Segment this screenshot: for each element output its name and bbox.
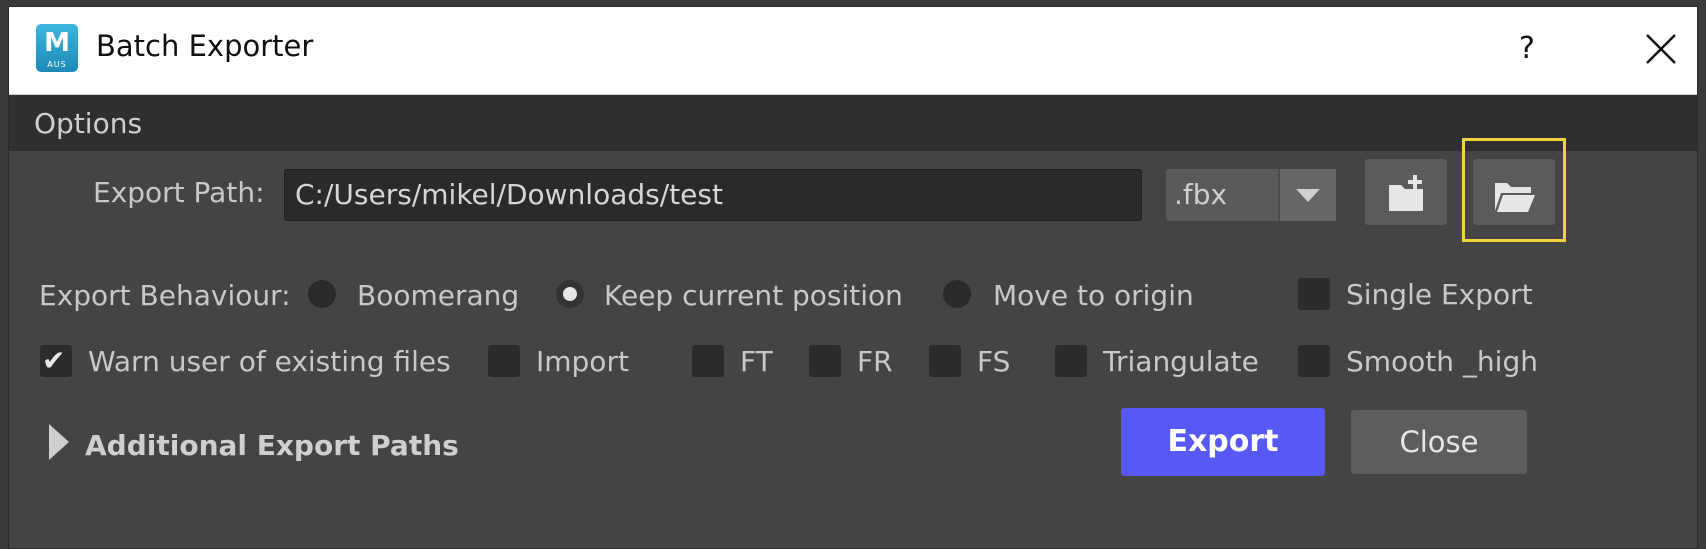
ft-label[interactable]: FT xyxy=(740,345,773,378)
help-button[interactable]: ? xyxy=(1507,27,1547,71)
additional-export-paths-toggle[interactable]: Additional Export Paths xyxy=(85,429,459,462)
fs-label[interactable]: FS xyxy=(977,345,1010,378)
format-dropdown[interactable]: .fbx xyxy=(1166,169,1336,221)
dropdown-arrow[interactable] xyxy=(1278,169,1336,221)
triangulate-checkbox[interactable] xyxy=(1055,345,1087,377)
app-icon-letter: M xyxy=(44,28,70,58)
radio-move-to-origin[interactable] xyxy=(943,280,971,308)
export-button[interactable]: Export xyxy=(1121,408,1325,476)
ft-checkbox[interactable] xyxy=(692,345,724,377)
radio-boomerang-label[interactable]: Boomerang xyxy=(357,279,519,312)
triangulate-label[interactable]: Triangulate xyxy=(1103,345,1259,378)
import-label[interactable]: Import xyxy=(536,345,629,378)
new-folder-icon xyxy=(1389,175,1423,211)
radio-keep-current-position[interactable] xyxy=(556,280,584,308)
fr-checkbox[interactable] xyxy=(809,345,841,377)
radio-keep-current-position-label[interactable]: Keep current position xyxy=(604,279,903,312)
fs-checkbox[interactable] xyxy=(929,345,961,377)
expand-arrow-icon[interactable] xyxy=(49,424,69,460)
menu-bar: Options xyxy=(9,95,1697,151)
fr-label[interactable]: FR xyxy=(857,345,893,378)
format-selected-value: .fbx xyxy=(1174,178,1228,211)
warn-existing-label[interactable]: Warn user of existing files xyxy=(88,345,451,378)
menu-options[interactable]: Options xyxy=(34,107,142,140)
checkmark-icon: ✔ xyxy=(42,344,66,377)
export-path-input[interactable]: C:/Users/mikel/Downloads/test xyxy=(284,169,1142,221)
batch-exporter-window: M AUS Batch Exporter ? Options Export Pa… xyxy=(8,6,1698,549)
single-export-label[interactable]: Single Export xyxy=(1346,278,1533,311)
app-icon-sub: AUS xyxy=(47,60,67,69)
export-path-label: Export Path: xyxy=(93,176,265,209)
radio-boomerang[interactable] xyxy=(308,280,336,308)
highlight-box xyxy=(1462,138,1566,242)
radio-move-to-origin-label[interactable]: Move to origin xyxy=(993,279,1194,312)
radio-selected-dot xyxy=(563,287,577,301)
import-checkbox[interactable] xyxy=(488,345,520,377)
close-button[interactable]: Close xyxy=(1351,410,1527,474)
maya-app-icon: M AUS xyxy=(36,24,78,72)
single-export-checkbox[interactable] xyxy=(1298,278,1330,310)
close-icon xyxy=(1646,34,1676,64)
smooth-high-checkbox[interactable] xyxy=(1298,345,1330,377)
title-bar[interactable]: M AUS Batch Exporter ? xyxy=(9,7,1697,95)
close-window-button[interactable] xyxy=(1641,29,1681,69)
new-folder-button[interactable] xyxy=(1365,159,1447,225)
export-behaviour-label: Export Behaviour: xyxy=(39,279,291,312)
warn-existing-checkbox[interactable]: ✔ xyxy=(40,345,72,377)
chevron-down-icon xyxy=(1296,189,1320,202)
smooth-high-label[interactable]: Smooth _high xyxy=(1346,345,1538,378)
window-title: Batch Exporter xyxy=(96,29,314,63)
